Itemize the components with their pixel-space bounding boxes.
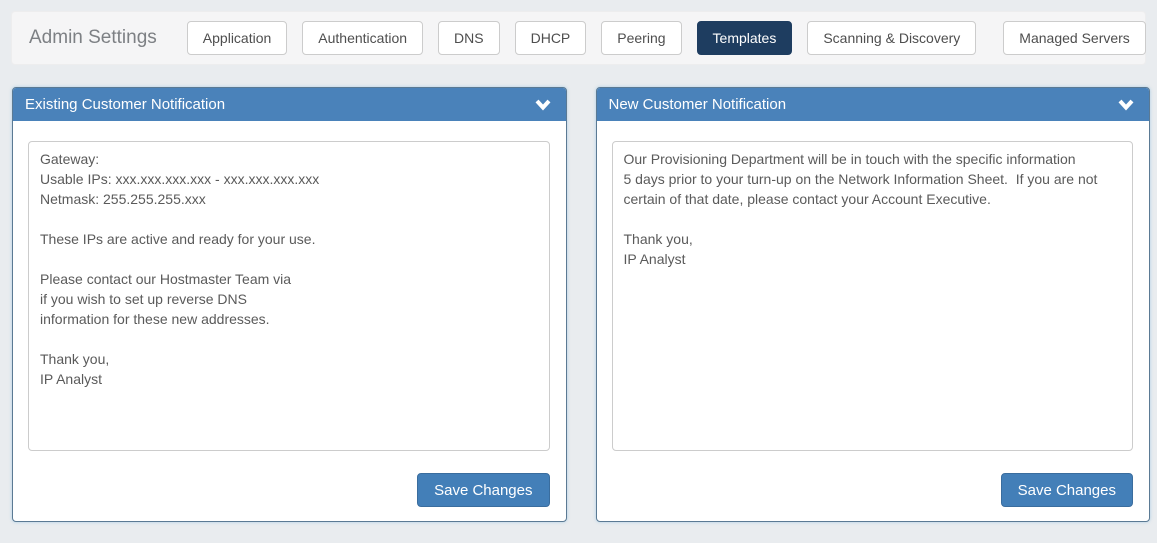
existing-customer-notification-panel: Existing Customer Notification Gateway: … xyxy=(12,87,567,522)
new-customer-notification-panel: New Customer Notification Our Provisioni… xyxy=(596,87,1151,522)
admin-settings-toolbar: Admin Settings Application Authenticatio… xyxy=(11,11,1146,65)
panel-title: Existing Customer Notification xyxy=(25,96,225,113)
new-notification-textarea[interactable]: Our Provisioning Department will be in t… xyxy=(612,141,1134,451)
panel-header: New Customer Notification xyxy=(597,88,1150,121)
chevron-down-icon[interactable] xyxy=(1118,98,1134,112)
save-changes-button[interactable]: Save Changes xyxy=(417,473,549,507)
panel-body: Gateway: Usable IPs: xxx.xxx.xxx.xxx - x… xyxy=(13,121,566,522)
settings-tab-bar: Application Authentication DNS DHCP Peer… xyxy=(187,21,1146,55)
notification-panels: Existing Customer Notification Gateway: … xyxy=(12,87,1150,522)
panel-body: Our Provisioning Department will be in t… xyxy=(597,121,1150,522)
tab-managed-servers[interactable]: Managed Servers xyxy=(1003,21,1146,55)
panel-header: Existing Customer Notification xyxy=(13,88,566,121)
panel-title: New Customer Notification xyxy=(609,96,787,113)
tab-scanning-discovery[interactable]: Scanning & Discovery xyxy=(807,21,976,55)
panel-footer: Save Changes xyxy=(28,473,550,507)
save-changes-button[interactable]: Save Changes xyxy=(1001,473,1133,507)
tab-application[interactable]: Application xyxy=(187,21,288,55)
tab-authentication[interactable]: Authentication xyxy=(302,21,423,55)
tab-templates[interactable]: Templates xyxy=(697,21,793,55)
tab-dns[interactable]: DNS xyxy=(438,21,500,55)
tab-peering[interactable]: Peering xyxy=(601,21,681,55)
tab-dhcp[interactable]: DHCP xyxy=(515,21,587,55)
existing-notification-textarea[interactable]: Gateway: Usable IPs: xxx.xxx.xxx.xxx - x… xyxy=(28,141,550,451)
chevron-down-icon[interactable] xyxy=(535,98,551,112)
panel-footer: Save Changes xyxy=(612,473,1134,507)
page-title: Admin Settings xyxy=(29,27,157,49)
